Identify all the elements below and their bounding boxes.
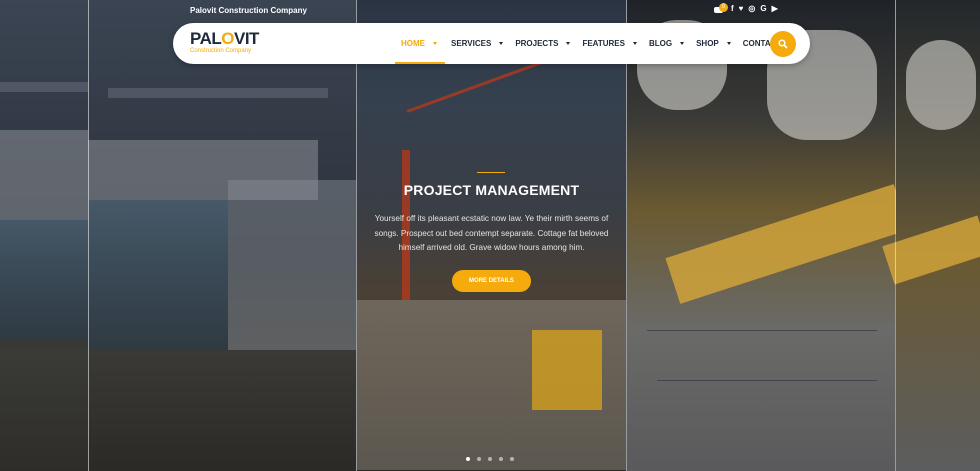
slider-dot[interactable] (510, 457, 514, 461)
chevron-down-icon (433, 42, 437, 45)
panel-divider (356, 0, 357, 471)
twitter-icon[interactable]: ♥ (739, 4, 744, 14)
canopy-shape (0, 82, 88, 92)
hero-title: PROJECT MANAGEMENT (403, 182, 580, 198)
site-logo[interactable]: PALOVIT Construction Company (190, 30, 259, 55)
logo-tagline: Construction Company (190, 48, 252, 54)
topbar-icons: 0 f ♥ ◎ G ▶ (714, 3, 778, 14)
building-side-shape (228, 180, 356, 350)
more-details-button[interactable]: MORE DETAILS (452, 270, 531, 292)
hero-description: Yourself off its pleasant ecstatic now l… (374, 214, 609, 253)
ruler-shape (882, 215, 980, 285)
panel-divider (626, 0, 627, 471)
drawing-line (647, 330, 877, 331)
facebook-icon[interactable]: f (731, 4, 734, 14)
company-name: Palovit Construction Company (190, 6, 307, 15)
google-icon[interactable]: G (760, 4, 766, 14)
nav-item-home[interactable]: HOME (395, 23, 445, 64)
main-nav: HOME SERVICES PROJECTS FEATURES BLOG SHO… (395, 23, 787, 64)
hero-panel-2 (88, 0, 356, 471)
slider-dot[interactable] (488, 457, 492, 461)
nav-item-services[interactable]: SERVICES (445, 23, 509, 64)
logo-wordmark: PALOVIT (190, 29, 259, 48)
cart-count-badge: 0 (719, 3, 728, 12)
chevron-down-icon (632, 42, 637, 45)
excavator-shape (532, 330, 602, 410)
youtube-icon[interactable]: ▶ (772, 4, 778, 14)
slider-dot[interactable] (477, 457, 481, 461)
hero-panel-1 (0, 0, 88, 471)
title-accent-line (477, 172, 505, 173)
panel-divider (88, 0, 89, 471)
nav-item-features[interactable]: FEATURES (576, 23, 643, 64)
search-button[interactable] (770, 31, 796, 57)
chevron-down-icon (726, 42, 731, 45)
building-wall-shape (0, 130, 88, 220)
chevron-down-icon (566, 42, 571, 45)
blueprint-roll-shape (906, 40, 976, 130)
chevron-down-icon (499, 42, 504, 45)
ruler-shape (665, 184, 909, 304)
hero-panel-4 (627, 0, 909, 471)
slider-dot[interactable] (499, 457, 503, 461)
main-header: PALOVIT Construction Company HOME SERVIC… (173, 23, 810, 64)
chevron-down-icon (680, 42, 685, 45)
cart-icon[interactable]: 0 (714, 3, 728, 14)
hero-panel-5 (882, 0, 980, 471)
nav-item-shop[interactable]: SHOP (690, 23, 737, 64)
canopy-shape (108, 88, 328, 98)
nav-item-blog[interactable]: BLOG (643, 23, 690, 64)
nav-item-projects[interactable]: PROJECTS (509, 23, 576, 64)
instagram-icon[interactable]: ◎ (748, 4, 755, 14)
panel-divider (895, 0, 896, 471)
slider-dot[interactable] (466, 457, 470, 461)
slider-pagination (466, 457, 514, 461)
drawing-line (657, 380, 877, 381)
glass-facade-shape (0, 220, 88, 340)
glass-facade-shape (88, 200, 228, 350)
search-icon (778, 39, 788, 49)
